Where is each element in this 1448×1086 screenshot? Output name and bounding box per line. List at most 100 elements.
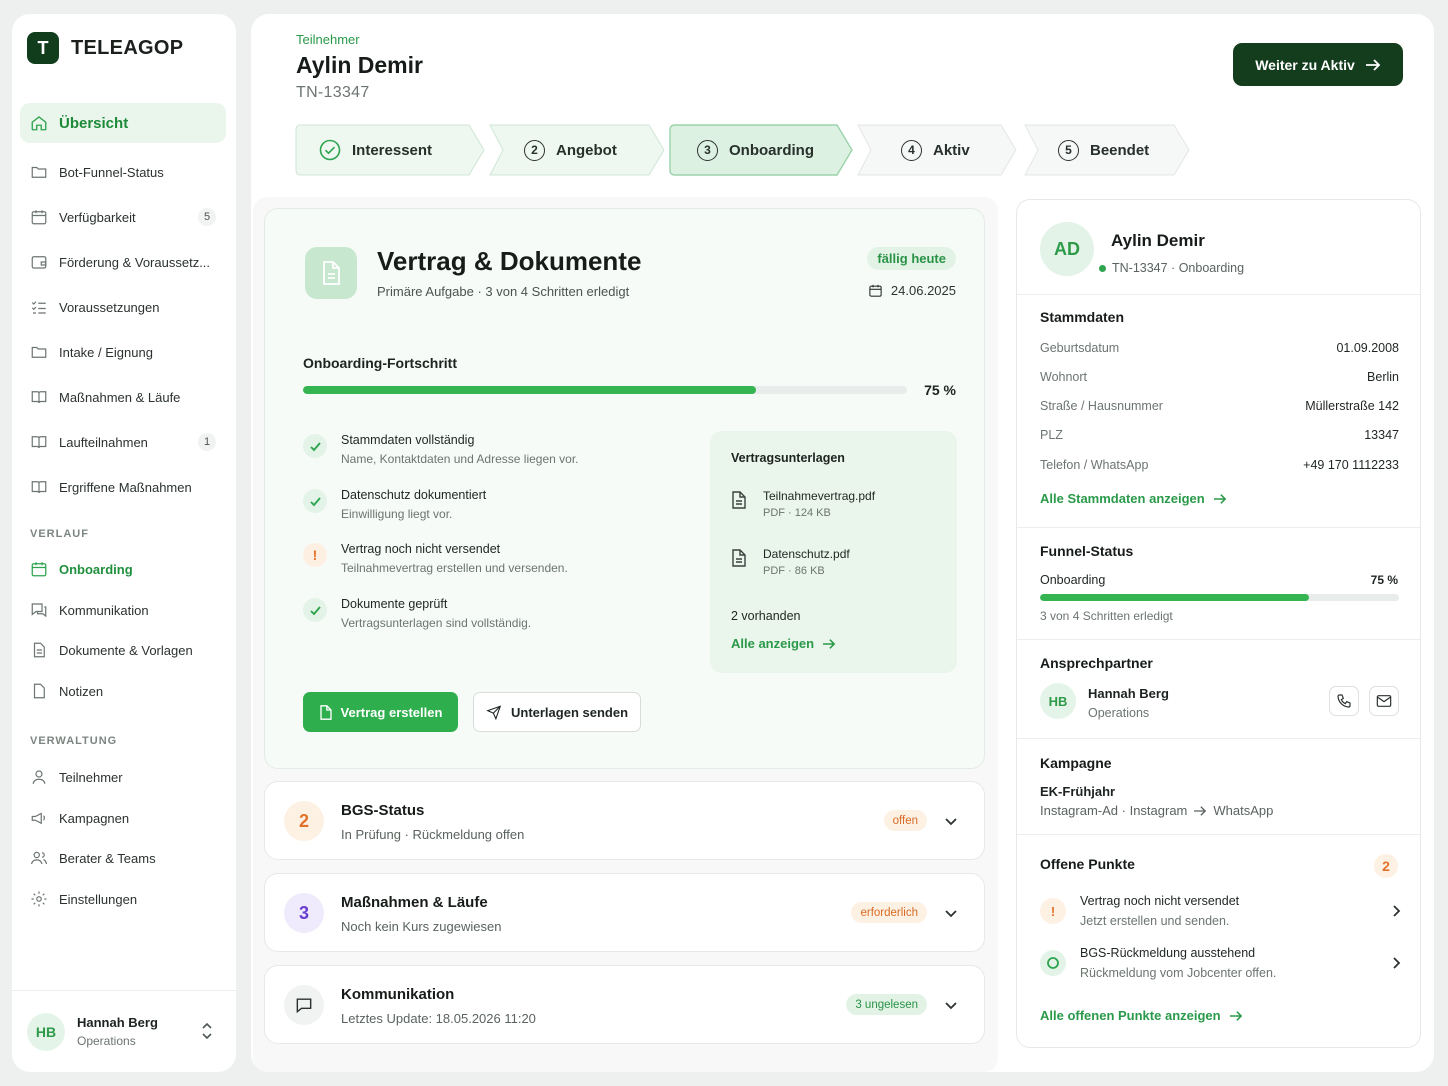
- sidebar-item-label: Berater & Teams: [59, 850, 156, 866]
- step-interessent[interactable]: Interessent: [295, 124, 485, 176]
- chevron-up-down-icon[interactable]: [200, 1021, 214, 1041]
- user-name: Hannah Berg: [77, 1015, 158, 1030]
- sidebar-item-bot-funnel-status[interactable]: Bot-Funnel-Status: [20, 152, 226, 192]
- campaign-target: WhatsApp: [1213, 803, 1274, 818]
- step-label: Angebot: [556, 141, 617, 159]
- sidebar-item-label: Ergriffene Maßnahmen: [59, 479, 192, 495]
- open-item-desc: Rückmeldung vom Jobcenter offen.: [1080, 966, 1277, 980]
- file-icon: [732, 491, 746, 509]
- card-number: 2: [284, 801, 324, 841]
- open-item[interactable]: ! Vertrag noch nicht versendet Jetzt ers…: [1040, 894, 1402, 938]
- next-stage-button[interactable]: Weiter zu Aktiv: [1233, 43, 1403, 86]
- docs-count: 2 vorhanden: [731, 609, 801, 623]
- folder-icon: [31, 346, 47, 358]
- pending-circle-icon: [1040, 950, 1066, 976]
- sidebar-item-uebersicht[interactable]: Übersicht: [20, 103, 226, 143]
- sidebar-item-einstellungen[interactable]: Einstellungen: [20, 879, 226, 919]
- sidebar-item-label: Übersicht: [59, 114, 129, 132]
- document-name: Datenschutz.pdf: [763, 547, 850, 561]
- sidebar-item-teilnehmer[interactable]: Teilnehmer: [20, 757, 226, 797]
- field-value: 01.09.2008: [1336, 341, 1399, 355]
- checklist-title: Datenschutz dokumentiert: [341, 488, 487, 502]
- megaphone-icon: [31, 812, 45, 825]
- checklist-desc: Vertragsunterlagen sind vollständig.: [341, 616, 532, 630]
- task-title: Vertrag & Dokumente: [377, 246, 642, 276]
- email-button[interactable]: [1369, 686, 1399, 716]
- arrow-right-icon: [823, 638, 836, 649]
- card-kommunikation[interactable]: Kommunikation Letztes Update: 18.05.2026…: [264, 965, 985, 1044]
- step-label: Aktiv: [933, 141, 970, 159]
- contact-avatar: HB: [1040, 683, 1076, 719]
- section-title-campaign: Kampagne: [1040, 755, 1112, 771]
- sidebar-item-intake[interactable]: Intake / Eignung: [20, 332, 226, 372]
- sidebar-item-label: Einstellungen: [59, 891, 138, 907]
- user-role: Operations: [77, 1034, 136, 1048]
- user-icon: [32, 770, 46, 784]
- sidebar-item-label: Maßnahmen & Läufe: [59, 389, 181, 405]
- chevron-down-icon[interactable]: [944, 998, 958, 1012]
- show-all-docs-link[interactable]: Alle anzeigen: [731, 636, 836, 651]
- chat-icon: [31, 603, 47, 618]
- sidebar-item-verfuegbarkeit[interactable]: Verfügbarkeit 5: [20, 197, 226, 237]
- card-massnahmen[interactable]: 3 Maßnahmen & Läufe Noch kein Kurs zugew…: [264, 873, 985, 952]
- step-label: Onboarding: [729, 141, 814, 159]
- current-user[interactable]: HB Hannah Berg Operations: [12, 990, 236, 1072]
- progress-bar: [303, 386, 907, 394]
- profile-meta-text: TN-13347 · Onboarding: [1112, 261, 1245, 275]
- sidebar-item-laufteilnahmen[interactable]: Laufteilnahmen 1: [20, 422, 226, 462]
- sidebar-item-kampagnen[interactable]: Kampagnen: [20, 798, 226, 838]
- step-angebot[interactable]: 2 Angebot: [489, 124, 665, 176]
- book-icon: [31, 391, 47, 404]
- due-date-value: 24.06.2025: [890, 283, 956, 298]
- button-label: Unterlagen senden: [510, 704, 629, 720]
- sidebar-item-foerderung[interactable]: Förderung & Voraussetz...: [20, 242, 226, 282]
- breadcrumb[interactable]: Teilnehmer: [296, 32, 360, 47]
- sidebar-item-massnahmen[interactable]: Maßnahmen & Läufe: [20, 377, 226, 417]
- status-badge: erforderlich: [851, 902, 927, 923]
- sidebar-item-notizen[interactable]: Notizen: [20, 671, 226, 711]
- wallet-icon: [31, 256, 47, 269]
- count-badge: 1: [198, 433, 216, 451]
- chevron-down-icon[interactable]: [944, 906, 958, 920]
- file-icon: [732, 549, 746, 567]
- section-label-verwaltung: VERWALTUNG: [30, 735, 118, 747]
- contact-name: Hannah Berg: [1088, 686, 1169, 701]
- check-icon: [303, 489, 327, 513]
- sidebar-item-label: Kampagnen: [59, 810, 130, 826]
- chevron-down-icon[interactable]: [944, 814, 958, 828]
- sidebar-item-kommunikation[interactable]: Kommunikation: [20, 590, 226, 630]
- brand[interactable]: T TELEAGOP: [27, 32, 183, 64]
- step-onboarding[interactable]: 3 Onboarding: [669, 124, 853, 176]
- checklist-icon: [31, 301, 46, 314]
- show-all-stammdaten-link[interactable]: Alle Stammdaten anzeigen: [1040, 491, 1227, 506]
- checklist-title: Dokumente geprüft: [341, 597, 448, 611]
- book-icon: [31, 436, 47, 449]
- step-beendet[interactable]: 5 Beendet: [1024, 124, 1190, 176]
- field-label: Straße / Hausnummer: [1040, 399, 1163, 413]
- call-button[interactable]: [1329, 686, 1359, 716]
- docs-title: Vertragsunterlagen: [731, 451, 845, 465]
- open-items-count: 2: [1374, 854, 1398, 878]
- card-bgs-status[interactable]: 2 BGS-Status In Prüfung · Rückmeldung of…: [264, 781, 985, 860]
- sidebar-item-label: Verfügbarkeit: [59, 209, 136, 225]
- campaign-source: Instagram-Ad · Instagram: [1040, 803, 1188, 818]
- card-number: 3: [284, 893, 324, 933]
- sidebar-item-dokumente[interactable]: Dokumente & Vorlagen: [20, 630, 226, 670]
- send-icon: [486, 704, 502, 720]
- count-badge: 5: [198, 208, 216, 226]
- open-item[interactable]: BGS-Rückmeldung ausstehend Rückmeldung v…: [1040, 946, 1402, 990]
- open-item-title: BGS-Rückmeldung ausstehend: [1080, 946, 1256, 960]
- send-documents-button[interactable]: Unterlagen senden: [473, 692, 641, 732]
- sidebar-item-ergriffene[interactable]: Ergriffene Maßnahmen: [20, 467, 226, 507]
- show-all-open-items-link[interactable]: Alle offenen Punkte anzeigen: [1040, 1008, 1243, 1023]
- create-contract-button[interactable]: Vertrag erstellen: [303, 692, 458, 732]
- sidebar-item-berater[interactable]: Berater & Teams: [20, 838, 226, 878]
- button-label: Vertrag erstellen: [340, 704, 443, 720]
- due-date: 24.06.2025: [868, 283, 956, 298]
- phone-icon: [1337, 694, 1351, 708]
- step-aktiv[interactable]: 4 Aktiv: [857, 124, 1017, 176]
- sidebar-item-voraussetzungen[interactable]: Voraussetzungen: [20, 287, 226, 327]
- document-icon: [305, 247, 357, 299]
- sidebar-item-onboarding[interactable]: Onboarding: [20, 549, 226, 589]
- funnel-sub: 3 von 4 Schritten erledigt: [1040, 609, 1173, 623]
